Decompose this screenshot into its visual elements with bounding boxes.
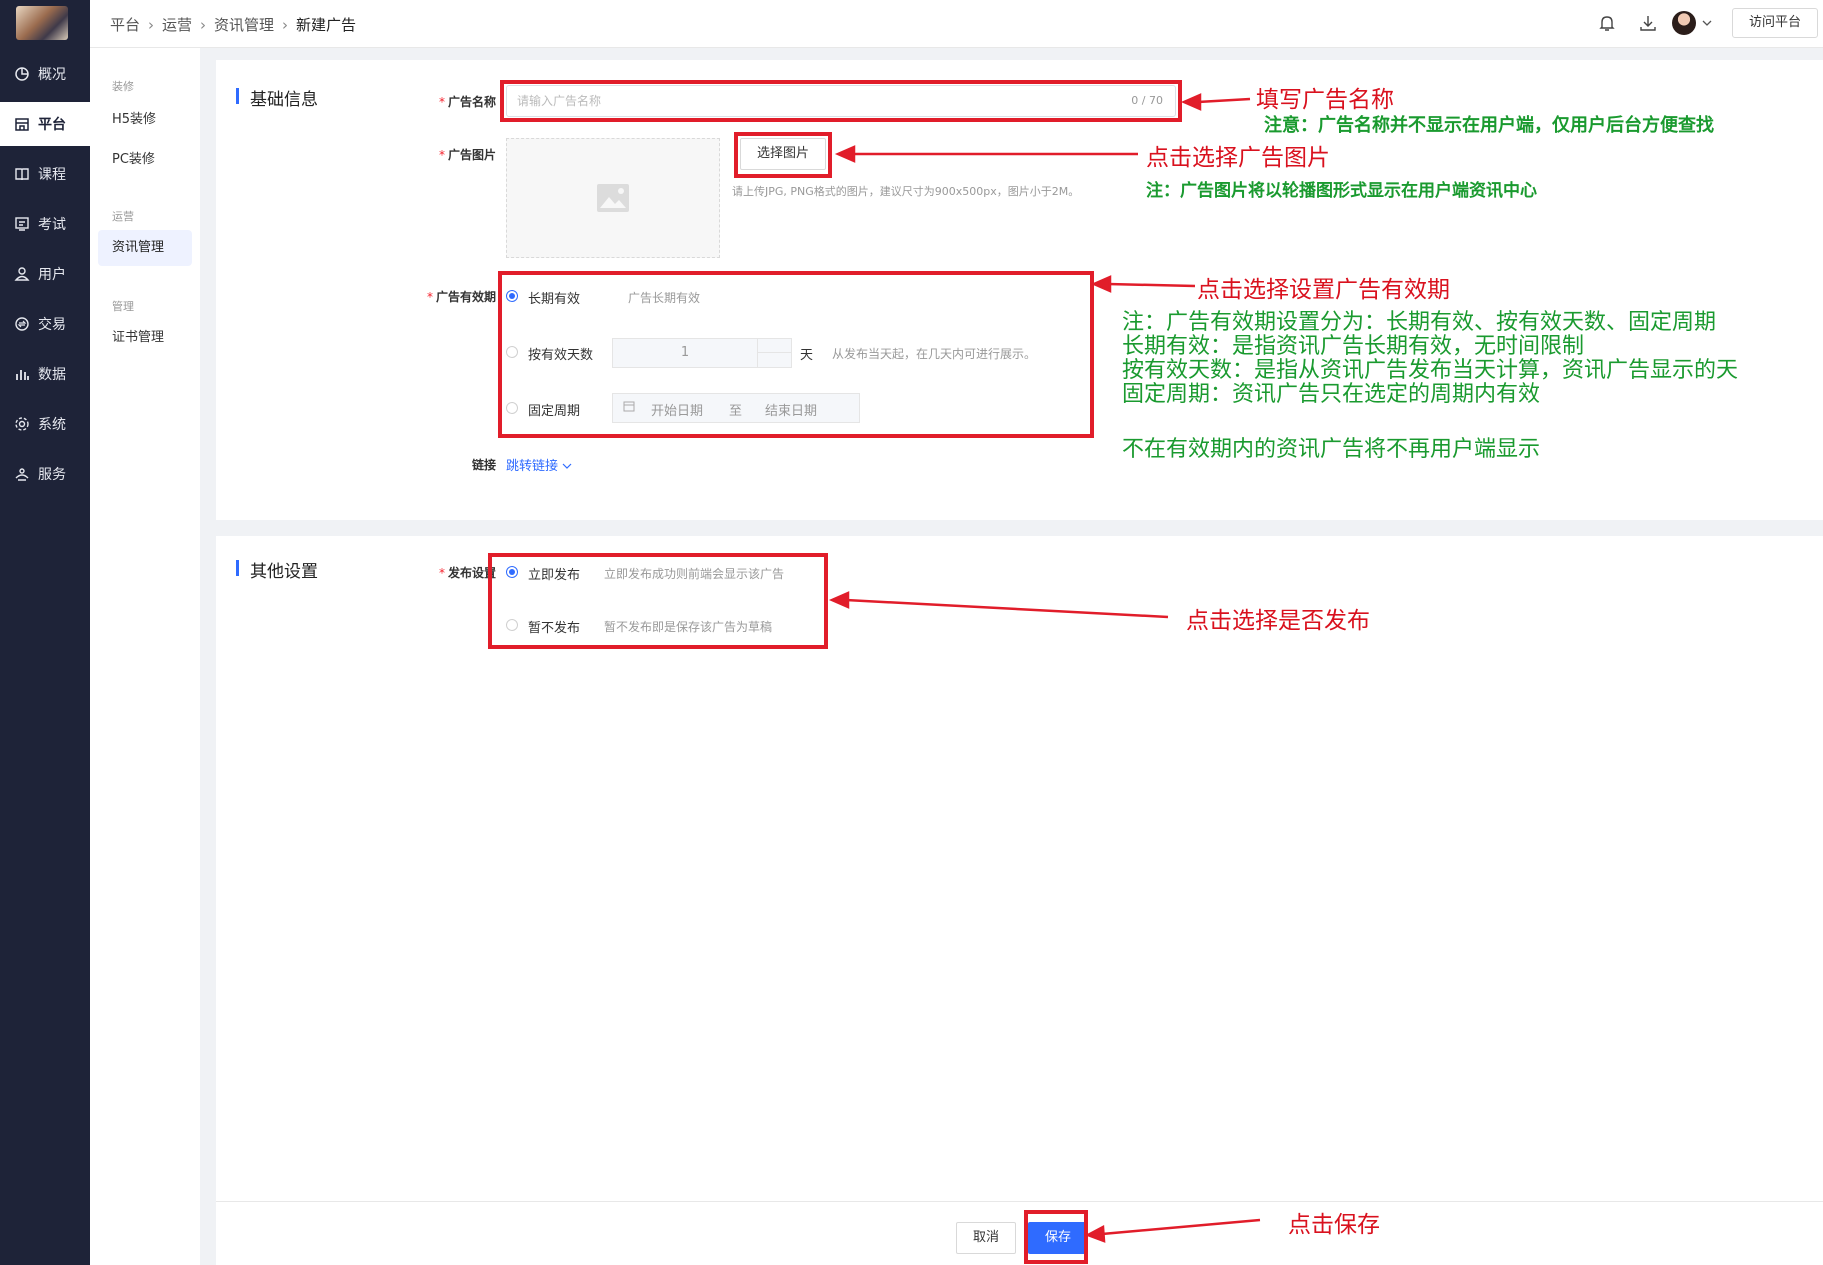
- sidebar-item-label: 系统: [38, 417, 66, 433]
- other-settings-card: [216, 536, 1823, 1201]
- annotation-publish: 点击选择是否发布: [1186, 608, 1370, 634]
- ad-name-label: * 广告名称: [438, 95, 496, 109]
- gear-icon: [14, 416, 30, 432]
- link-label: 链接: [471, 458, 496, 472]
- annotation-validity-notes: 注：广告有效期设置分为：长期有效、按有效天数、固定周期 长期有效：是指资讯广告长…: [1122, 311, 1738, 407]
- chevron-right-icon: ›: [148, 15, 155, 34]
- store-icon: [14, 116, 30, 132]
- annotation-box-image: [734, 132, 832, 178]
- submenu-item-certificate[interactable]: 证书管理: [98, 320, 192, 356]
- validity-note-line: 长期有效：是指资讯广告长期有效，无时间限制: [1122, 334, 1585, 359]
- avatar[interactable]: [1672, 11, 1696, 35]
- annotation-fill-name-note: 注意：广告名称并不显示在用户端，仅用户后台方便查找: [1264, 115, 1714, 136]
- submenu-group-title: 运营: [112, 210, 134, 223]
- chevron-right-icon: ›: [200, 15, 207, 34]
- breadcrumb: 平台 › 运营 › 资讯管理 › 新建广告: [110, 14, 356, 35]
- jump-link-dropdown[interactable]: 跳转链接: [506, 455, 572, 474]
- sidebar-item-data[interactable]: 数据: [0, 352, 90, 396]
- submenu-group-title: 管理: [112, 300, 134, 313]
- sidebar-item-label: 数据: [38, 367, 66, 383]
- annotation-box-validity: [498, 271, 1094, 438]
- sidebar-item-exam[interactable]: 考试: [0, 202, 90, 246]
- submenu-group-title: 装修: [112, 80, 134, 93]
- sidebar-item-platform[interactable]: 平台: [0, 102, 90, 146]
- breadcrumb-item[interactable]: 平台: [110, 14, 140, 35]
- section-title-basic: 基础信息: [236, 85, 318, 110]
- sidebar-item-label: 服务: [38, 467, 66, 483]
- exam-icon: [14, 216, 30, 232]
- sidebar-item-trade[interactable]: 交易: [0, 302, 90, 346]
- annotation-fill-name: 填写广告名称: [1256, 87, 1394, 113]
- download-icon[interactable]: [1637, 12, 1659, 34]
- breadcrumb-current: 新建广告: [296, 16, 357, 34]
- image-icon: [597, 184, 629, 212]
- breadcrumb-item[interactable]: 运营: [162, 14, 192, 35]
- validity-note-line: 按有效天数：是指从资讯广告发布当天计算，资讯广告显示的天: [1122, 358, 1739, 383]
- image-hint: 请上传JPG, PNG格式的图片，建议尺寸为900x500px，图片小于2M。: [732, 185, 1080, 198]
- service-icon: [14, 466, 30, 482]
- annotation-box-name: [500, 80, 1182, 122]
- chevron-right-icon: ›: [282, 15, 289, 34]
- sub-menu: 装修 H5装修 PC装修 运营 资讯管理 管理 证书管理: [90, 50, 200, 1265]
- chevron-down-icon[interactable]: [1700, 15, 1714, 29]
- cancel-button[interactable]: 取消: [956, 1222, 1016, 1254]
- submenu-item-h5[interactable]: H5装修: [98, 102, 192, 138]
- user-icon: [14, 266, 30, 282]
- sidebar-item-label: 考试: [38, 217, 66, 233]
- bell-icon[interactable]: [1596, 12, 1618, 34]
- sidebar-item-course[interactable]: 课程: [0, 152, 90, 196]
- sidebar-item-label: 概况: [38, 67, 66, 83]
- annotation-box-save: [1024, 1210, 1088, 1264]
- sidebar-item-label: 课程: [38, 167, 66, 183]
- submenu-item-pc[interactable]: PC装修: [98, 142, 192, 178]
- exchange-icon: [14, 316, 30, 332]
- image-placeholder: [506, 138, 720, 258]
- section-title-other: 其他设置: [236, 557, 318, 582]
- sidebar-item-user[interactable]: 用户: [0, 252, 90, 296]
- annotation-box-publish: [488, 553, 828, 649]
- annotation-validity: 点击选择设置广告有效期: [1197, 277, 1450, 303]
- sidebar-item-label: 平台: [38, 117, 66, 133]
- pie-chart-icon: [14, 66, 30, 82]
- ad-image-label: * 广告图片: [438, 148, 496, 162]
- sidebar-item-overview[interactable]: 概况: [0, 52, 90, 96]
- validity-note-line: 注：广告有效期设置分为：长期有效、按有效天数、固定周期: [1122, 310, 1717, 335]
- sidebar-item-label: 交易: [38, 317, 66, 333]
- annotation-choose-image: 点击选择广告图片: [1146, 145, 1330, 171]
- chevron-down-icon: [562, 463, 572, 469]
- validity-label: * 广告有效期: [426, 290, 496, 304]
- top-header: 平台 › 运营 › 资讯管理 › 新建广告 访问平台: [90, 0, 1823, 48]
- bar-chart-icon: [14, 366, 30, 382]
- main-sidebar: 概况 平台 课程 考试 用户 交易 数据 系统 服务: [0, 0, 90, 1265]
- breadcrumb-item[interactable]: 资讯管理: [214, 14, 274, 35]
- form-footer: [216, 1201, 1823, 1265]
- book-icon: [14, 166, 30, 182]
- publish-label: * 发布设置: [438, 566, 496, 580]
- submenu-item-news[interactable]: 资讯管理: [98, 230, 192, 266]
- annotation-choose-image-note: 注：广告图片将以轮播图形式显示在用户端资讯中心: [1146, 181, 1537, 201]
- visit-platform-button[interactable]: 访问平台: [1732, 8, 1818, 38]
- annotation-validity-extra: 不在有效期内的资讯广告将不再用户端显示: [1122, 437, 1541, 462]
- sidebar-item-system[interactable]: 系统: [0, 402, 90, 446]
- sidebar-item-service[interactable]: 服务: [0, 452, 90, 496]
- validity-note-line: 固定周期：资讯广告只在选定的周期内有效: [1122, 382, 1541, 407]
- logo: [16, 6, 68, 40]
- annotation-save: 点击保存: [1288, 1212, 1380, 1238]
- sidebar-item-label: 用户: [38, 267, 66, 283]
